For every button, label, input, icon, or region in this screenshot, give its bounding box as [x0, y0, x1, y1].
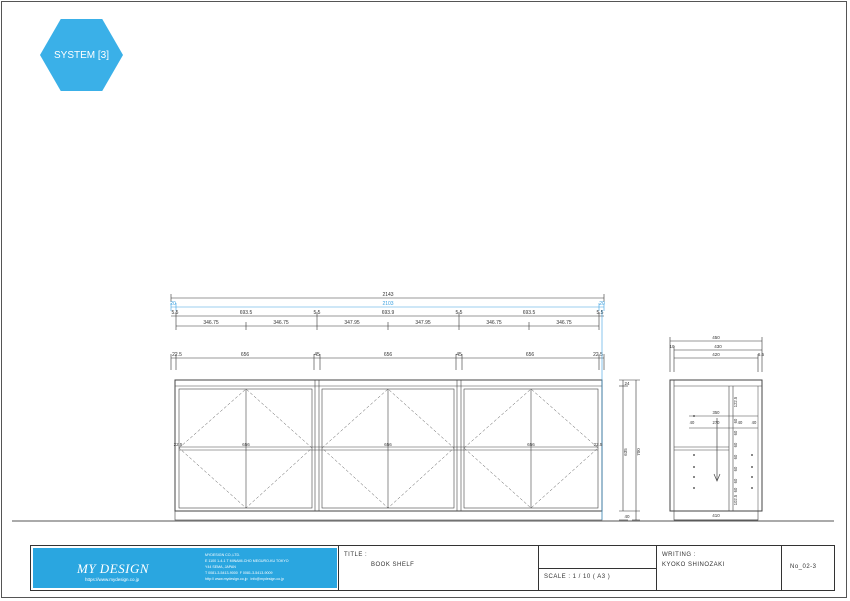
height-label-2: 700	[636, 448, 641, 456]
dim-r3-4: 5.5	[456, 310, 463, 316]
dim-inner: 2103	[382, 301, 393, 307]
side-inner-5: 122.5	[733, 396, 738, 407]
dim-right-margin: 20	[599, 301, 605, 307]
side-dim-3: 10	[669, 344, 675, 349]
height-label-0: 24	[624, 381, 630, 386]
mid-label-2: 656	[384, 442, 392, 447]
title-cell: TITLE : BOOK SHELF	[338, 546, 538, 590]
dim-r5-0: 22.5	[172, 352, 182, 358]
company-address: MYDESIGN CO.,LTD. E 1100 1-4-1 T MINAMI-…	[205, 553, 289, 581]
sheet-number: No_02-3	[790, 564, 817, 570]
mid-label-4: 22.5	[594, 442, 603, 447]
writing-value: KYOKO SHINOZAKI	[662, 562, 725, 568]
shelf-pin-marks	[693, 415, 753, 489]
scale-label: SCALE : 1 / 10 ( A3 )	[544, 574, 611, 580]
dim-r3-1: 693.5	[240, 310, 253, 316]
dim-r3-3: 693.9	[382, 310, 395, 316]
dim-r4-0: 346.75	[203, 320, 219, 326]
dim-r4-1: 346.75	[273, 320, 289, 326]
front-dimension-labels: 2143 2103 20 20 5.5 693.5 5.5 693.9 5.5 …	[170, 292, 605, 358]
dim-r4-4: 346.75	[486, 320, 502, 326]
side-inner-0: 350	[713, 410, 721, 415]
side-inner-8: 60	[733, 442, 738, 447]
writing-cell: WRITING : KYOKO SHINOZAKI	[656, 546, 781, 590]
title-label: TITLE :	[344, 552, 368, 558]
drawing-sheet: SYSTEM [3] 2143 2103 20 20 5.5 693.5 5.5…	[0, 0, 850, 601]
side-inner-11: 60	[733, 478, 738, 483]
sheet-number-cell: No_02-3	[781, 546, 834, 590]
dim-r5-6: 22.5	[593, 352, 603, 358]
dim-total: 2143	[382, 292, 393, 298]
technical-drawing: 2143 2103 20 20 5.5 693.5 5.5 693.9 5.5 …	[12, 292, 834, 522]
dim-r5-5: 656	[526, 352, 535, 358]
side-top-labels: 450 430 420 10 6.5	[669, 335, 764, 357]
dim-r4-3: 347.95	[415, 320, 431, 326]
title-block: MY DESIGN https://www.mydesign.co.jp MYD…	[30, 545, 835, 591]
side-inner-9: 60	[733, 454, 738, 459]
side-dim-1: 430	[714, 344, 722, 349]
company-logo: MY DESIGN	[77, 561, 150, 576]
side-inner-3: 40	[738, 420, 743, 425]
side-dim-4: 6.5	[758, 352, 765, 357]
side-inner-7: 60	[733, 430, 738, 435]
side-inner-10: 60	[733, 466, 738, 471]
side-inner-2: 270	[713, 420, 721, 425]
side-inner-13: 102.5	[733, 494, 738, 505]
side-inner-6: 60	[733, 418, 738, 423]
side-cabinet	[669, 379, 763, 521]
height-label-1: 635	[623, 448, 628, 456]
dim-r3-2: 5.5	[314, 310, 321, 316]
title-value: BOOK SHELF	[371, 562, 415, 568]
dim-r5-4: 45	[456, 352, 462, 358]
side-inner-12: 60	[733, 487, 738, 492]
side-inner-1: 40	[690, 420, 695, 425]
scale-cell: SCALE : 1 / 10 ( A3 )	[538, 546, 657, 590]
dim-r3-6: 5.5	[597, 310, 604, 316]
front-mid-labels: 22.5 656 656 656 22.5	[174, 442, 603, 447]
writing-label: WRITING :	[662, 552, 696, 558]
dim-r3-5: 693.5	[523, 310, 536, 316]
company-url: https://www.mydesign.co.jp	[85, 577, 140, 582]
dim-r3-0: 5.5	[172, 310, 179, 316]
dim-r5-2: 45	[314, 352, 320, 358]
mid-label-1: 656	[242, 442, 250, 447]
side-inner-labels: 350 40 270 40 40 122.5 60 60 60 60 60 60…	[690, 396, 757, 505]
dim-left-margin: 20	[170, 301, 176, 307]
dim-r4-5: 346.75	[556, 320, 572, 326]
mid-label-0: 22.5	[174, 442, 183, 447]
front-cabinet	[174, 379, 603, 521]
dim-r5-1: 656	[241, 352, 250, 358]
side-bottom-label: 410	[712, 513, 720, 518]
side-dim-2: 420	[712, 352, 720, 357]
front-height-labels: 24 635 700 40	[623, 381, 641, 519]
side-dim-0: 450	[712, 335, 720, 340]
mid-label-3: 656	[527, 442, 535, 447]
side-inner-4: 40	[752, 420, 757, 425]
company-logo-panel: MY DESIGN https://www.mydesign.co.jp MYD…	[33, 548, 337, 588]
height-label-3: 40	[624, 514, 630, 519]
door-swing-lines	[178, 388, 599, 509]
dim-r4-2: 347.95	[344, 320, 360, 326]
dim-r5-3: 656	[384, 352, 393, 358]
